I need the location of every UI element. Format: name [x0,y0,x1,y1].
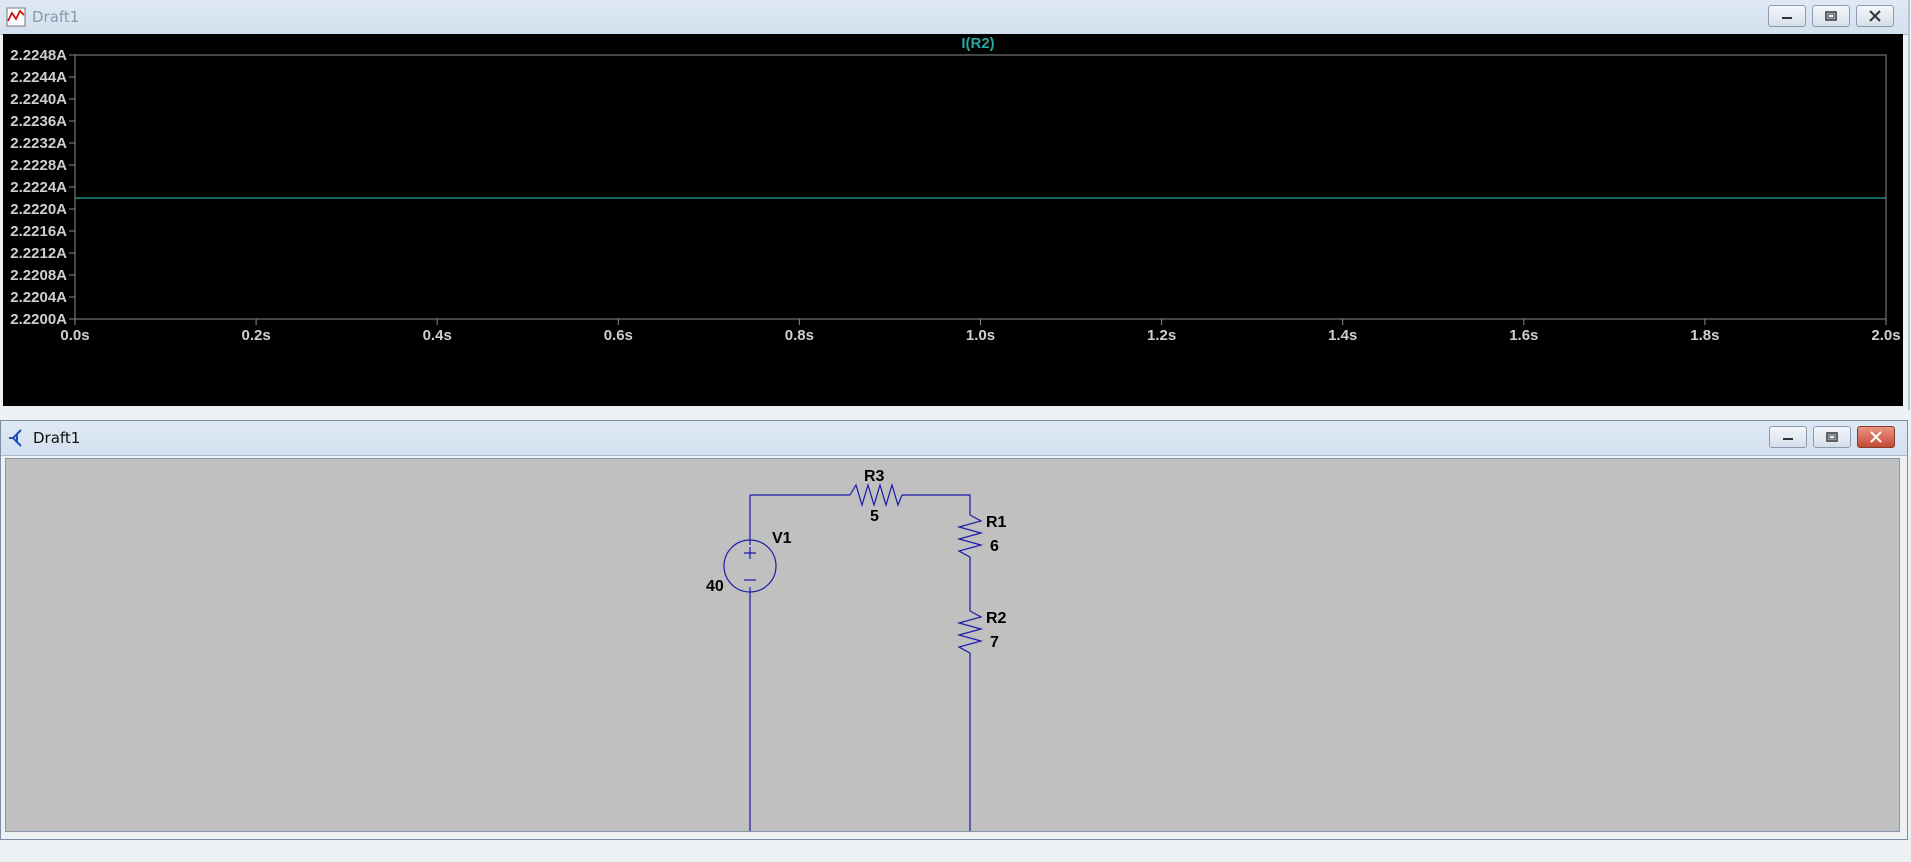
x-tick-label: 0.2s [241,327,270,344]
close-icon [1870,431,1882,443]
x-tick-label: 0.4s [423,327,452,344]
y-tick-label: 2.2236A [10,113,67,130]
r1-name: R1 [986,514,1007,531]
y-tick-label: 2.2224A [10,179,67,196]
minimize-button[interactable] [1768,5,1806,27]
y-tick-label: 2.2244A [10,69,67,86]
waveform-window: Draft1 I(R2) 2.2248A 2.2244A 2.2240A 2.2236… [0,0,1910,410]
restore-icon [1825,11,1837,21]
resistor-r2[interactable] [956,610,984,654]
r3-value: 5 [870,508,879,525]
x-tick-label: 0.0s [60,327,89,344]
close-button[interactable] [1857,426,1895,448]
y-tick-label: 2.2208A [10,267,67,284]
restore-button[interactable] [1812,5,1850,27]
waveform-plot[interactable]: I(R2) 2.2248A 2.2244A 2.2240A 2.2236A 2.2232… [3,34,1903,406]
plot-frame [74,54,1887,320]
v1-name: V1 [772,530,792,547]
schematic-window: Draft1 R3 5 R1 6 R2 7 V1 40 [0,420,1908,840]
minimize-icon [1782,17,1792,19]
restore-icon [1826,432,1838,442]
voltage-source-v1[interactable] [723,539,777,593]
y-tick-label: 2.2200A [10,311,67,328]
x-tick-label: 1.4s [1328,327,1357,344]
y-tick-label: 2.2216A [10,223,67,240]
chart-title: I(R2) [961,35,994,52]
x-tick-label: 0.8s [785,327,814,344]
schematic-icon [9,429,22,447]
x-axis: 0.0s 0.2s 0.4s 0.6s 0.8s 1.0s 1.2s 1.4s 1.6s 1.8s… [60,319,1901,344]
close-button[interactable] [1856,5,1894,27]
schematic-window-titlebar[interactable]: Draft1 [1,421,1907,456]
r1-value: 6 [990,538,999,555]
x-tick-label: 0.6s [604,327,633,344]
y-axis: 2.2248A 2.2244A 2.2240A 2.2236A 2.2232A 2.222… [10,47,75,328]
x-tick-label: 1.6s [1509,327,1538,344]
x-tick-label: 1.2s [1147,327,1176,344]
schematic-window-title: Draft1 [33,429,81,447]
waveform-window-titlebar[interactable]: Draft1 [0,0,1908,35]
y-tick-label: 2.2228A [10,157,67,174]
restore-button[interactable] [1813,426,1851,448]
y-tick-label: 2.2220A [10,201,67,218]
x-tick-label: 1.0s [966,327,995,344]
waveform-icon [6,7,26,27]
y-tick-label: 2.2240A [10,91,67,108]
chart: I(R2) 2.2248A 2.2244A 2.2240A 2.2236A 2.2232… [10,35,1901,344]
close-icon [1869,10,1881,22]
r2-name: R2 [986,610,1007,627]
y-tick-label: 2.2212A [10,245,67,262]
resistor-r3[interactable] [849,482,903,508]
y-tick-label: 2.2232A [10,135,67,152]
y-tick-label: 2.2248A [10,47,67,64]
v1-value: 40 [706,578,724,595]
schematic-canvas[interactable]: R3 5 R1 6 R2 7 V1 40 [5,458,1900,832]
waveform-window-title: Draft1 [32,8,80,26]
minimize-icon [1783,438,1793,440]
r3-name: R3 [864,468,885,485]
wire[interactable] [902,494,971,515]
x-tick-label: 1.8s [1690,327,1719,344]
resistor-r1[interactable] [956,514,984,558]
minimize-button[interactable] [1769,426,1807,448]
x-tick-label: 2.0s [1871,327,1900,344]
r2-value: 7 [990,634,999,651]
circuit-diagram: R3 5 R1 6 R2 7 V1 40 [706,468,1007,831]
y-tick-label: 2.2204A [10,289,67,306]
